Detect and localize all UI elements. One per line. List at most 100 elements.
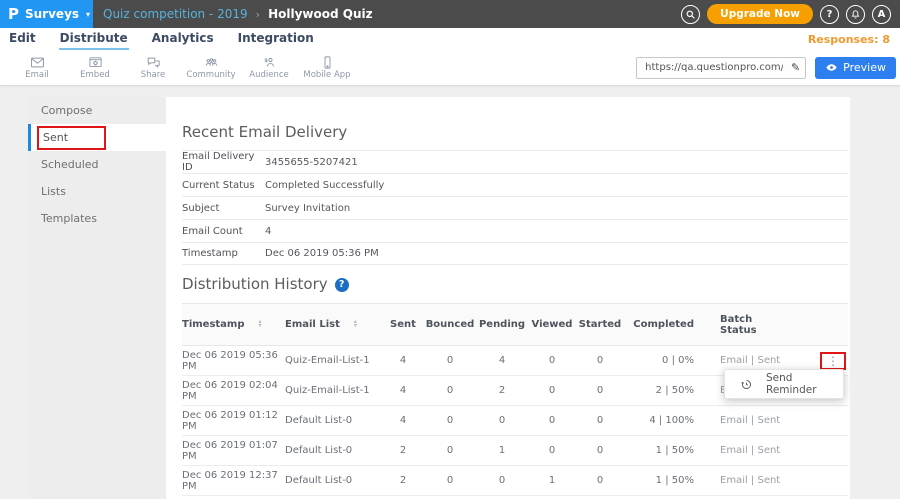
annotation-box-sent: Sent bbox=[37, 126, 106, 150]
field-row-email-count: Email Count4 bbox=[182, 219, 848, 242]
column-header-email-list[interactable]: Email List▴▾ bbox=[285, 304, 382, 346]
topbar-actions: Upgrade Now ? A bbox=[681, 4, 900, 24]
edit-url-icon[interactable]: ✎ bbox=[791, 61, 800, 74]
sidebar-item-label: Lists bbox=[41, 185, 66, 198]
share-icon bbox=[146, 55, 161, 70]
bell-icon bbox=[850, 9, 861, 20]
search-button[interactable] bbox=[681, 5, 700, 24]
cell-pending: 2 bbox=[476, 376, 528, 406]
sidebar-item-sent[interactable]: Sent bbox=[28, 124, 166, 151]
cell-timestamp: Dec 06 2019 01:07 PM bbox=[182, 436, 285, 466]
help-icon[interactable]: ? bbox=[335, 278, 349, 292]
embed-icon bbox=[88, 55, 103, 70]
search-icon bbox=[685, 9, 696, 20]
help-button[interactable]: ? bbox=[820, 5, 839, 24]
cell-completed: 0 | 0% bbox=[624, 346, 700, 376]
toolbar-item-embed[interactable]: Embed bbox=[66, 55, 124, 80]
toolbar-item-share[interactable]: Share bbox=[124, 55, 182, 80]
eye-icon bbox=[825, 61, 838, 74]
sidebar-item-compose[interactable]: Compose bbox=[28, 97, 166, 124]
toolbar-item-mobile-app[interactable]: Mobile App bbox=[298, 55, 356, 80]
column-header-completed: Completed bbox=[624, 304, 700, 346]
cell-timestamp: Dec 06 2019 05:36 PM bbox=[182, 346, 285, 376]
cell-started: 0 bbox=[576, 436, 624, 466]
field-row-current-status: Current StatusCompleted Successfully bbox=[182, 173, 848, 196]
field-label: Email Delivery ID bbox=[182, 151, 265, 173]
cell-started: 0 bbox=[576, 376, 624, 406]
breadcrumb: Quiz competition - 2019 › Hollywood Quiz bbox=[103, 7, 373, 21]
column-header-batch-status: Batch Status bbox=[700, 304, 786, 346]
cell-viewed: 0 bbox=[528, 376, 576, 406]
sent-content: Recent Email Delivery Email Delivery ID3… bbox=[166, 97, 850, 499]
distribution-history-table: Timestamp▴▾Email List▴▾SentBouncedPendin… bbox=[182, 303, 848, 496]
distribute-toolbar: Email Embed Share Community$Audience Mobile … bbox=[0, 50, 900, 86]
toolbar-item-audience[interactable]: $Audience bbox=[240, 55, 298, 80]
audience-icon: $ bbox=[262, 55, 277, 70]
tab-analytics[interactable]: Analytics bbox=[151, 29, 215, 50]
preview-button-label: Preview bbox=[843, 61, 886, 74]
surveys-menu[interactable]: P Surveys ▾ bbox=[0, 0, 93, 28]
annotation-box-row-menu: ⋮ bbox=[820, 352, 846, 370]
tab-distribute[interactable]: Distribute bbox=[59, 29, 129, 50]
avatar-button[interactable]: A bbox=[872, 5, 891, 24]
toolbar-item-community[interactable]: Community bbox=[182, 55, 240, 80]
field-value: 4 bbox=[265, 226, 271, 237]
send-reminder-label: Send Reminder bbox=[766, 372, 843, 396]
row-context-menu[interactable]: Send Reminder bbox=[724, 369, 844, 399]
cell-pending: 0 bbox=[476, 466, 528, 496]
survey-tabs: Edit Distribute Analytics Integration Re… bbox=[0, 28, 900, 50]
cell-viewed: 0 bbox=[528, 346, 576, 376]
preview-button[interactable]: Preview bbox=[815, 57, 896, 79]
cell-bounced: 0 bbox=[424, 466, 476, 496]
column-header-timestamp[interactable]: Timestamp▴▾ bbox=[182, 304, 285, 346]
table-row: Dec 06 2019 12:37 PMDefault List-0200101… bbox=[182, 466, 848, 496]
breadcrumb-folder[interactable]: Quiz competition - 2019 bbox=[103, 7, 248, 21]
sidebar-item-scheduled[interactable]: Scheduled bbox=[28, 151, 166, 178]
mobile-app-icon bbox=[320, 55, 335, 70]
cell-email-list: Default List-0 bbox=[285, 436, 382, 466]
toolbar-item-label: Email bbox=[25, 71, 49, 80]
notifications-button[interactable] bbox=[846, 5, 865, 24]
community-icon bbox=[204, 55, 219, 70]
sidebar-item-lists[interactable]: Lists bbox=[28, 178, 166, 205]
field-value: 3455655-5207421 bbox=[265, 157, 358, 168]
cell-bounced: 0 bbox=[424, 346, 476, 376]
survey-url-input[interactable] bbox=[636, 57, 806, 79]
tab-edit[interactable]: Edit bbox=[8, 29, 37, 50]
cell-timestamp: Dec 06 2019 12:37 PM bbox=[182, 466, 285, 496]
cell-viewed: 0 bbox=[528, 436, 576, 466]
field-value: Dec 06 2019 05:36 PM bbox=[265, 248, 379, 259]
column-header-actions bbox=[786, 304, 848, 346]
column-header-sent: Sent bbox=[382, 304, 424, 346]
cell-email-list: Quiz-Email-List-1 bbox=[285, 346, 382, 376]
field-label: Email Count bbox=[182, 226, 265, 237]
cell-timestamp: Dec 06 2019 02:04 PM bbox=[182, 376, 285, 406]
upgrade-button[interactable]: Upgrade Now bbox=[707, 4, 813, 24]
sort-icon[interactable]: ▴▾ bbox=[354, 320, 357, 328]
cell-actions bbox=[786, 436, 848, 466]
sort-icon[interactable]: ▴▾ bbox=[259, 320, 262, 328]
cell-viewed: 1 bbox=[528, 466, 576, 496]
tab-integration[interactable]: Integration bbox=[237, 29, 315, 50]
responses-count[interactable]: Responses: 8 bbox=[808, 33, 890, 50]
sidebar-item-label: Templates bbox=[41, 212, 97, 225]
distribution-table-body: Dec 06 2019 05:36 PMQuiz-Email-List-1404… bbox=[182, 346, 848, 496]
toolbar-right: ✎ Preview bbox=[636, 57, 900, 79]
row-menu-button[interactable]: ⋮ bbox=[825, 354, 841, 368]
toolbar-item-label: Share bbox=[141, 71, 166, 80]
product-name: Surveys bbox=[25, 7, 79, 21]
table-row: Dec 06 2019 01:12 PMDefault List-0400004… bbox=[182, 406, 848, 436]
recent-delivery-title: Recent Email Delivery bbox=[182, 124, 848, 141]
toolbar-item-email[interactable]: Email bbox=[8, 55, 66, 80]
cell-email-list: Default List-0 bbox=[285, 466, 382, 496]
email-icon bbox=[30, 55, 45, 70]
cell-sent: 4 bbox=[382, 406, 424, 436]
cell-batch-status: Email | Sent bbox=[700, 436, 786, 466]
field-value: Completed Successfully bbox=[265, 180, 384, 191]
column-header-pending: Pending bbox=[476, 304, 528, 346]
sidebar-item-templates[interactable]: Templates bbox=[28, 205, 166, 232]
cell-batch-status: Email | Sent bbox=[700, 466, 786, 496]
toolbar-item-label: Mobile App bbox=[303, 71, 350, 80]
field-label: Current Status bbox=[182, 180, 265, 191]
cell-sent: 4 bbox=[382, 376, 424, 406]
